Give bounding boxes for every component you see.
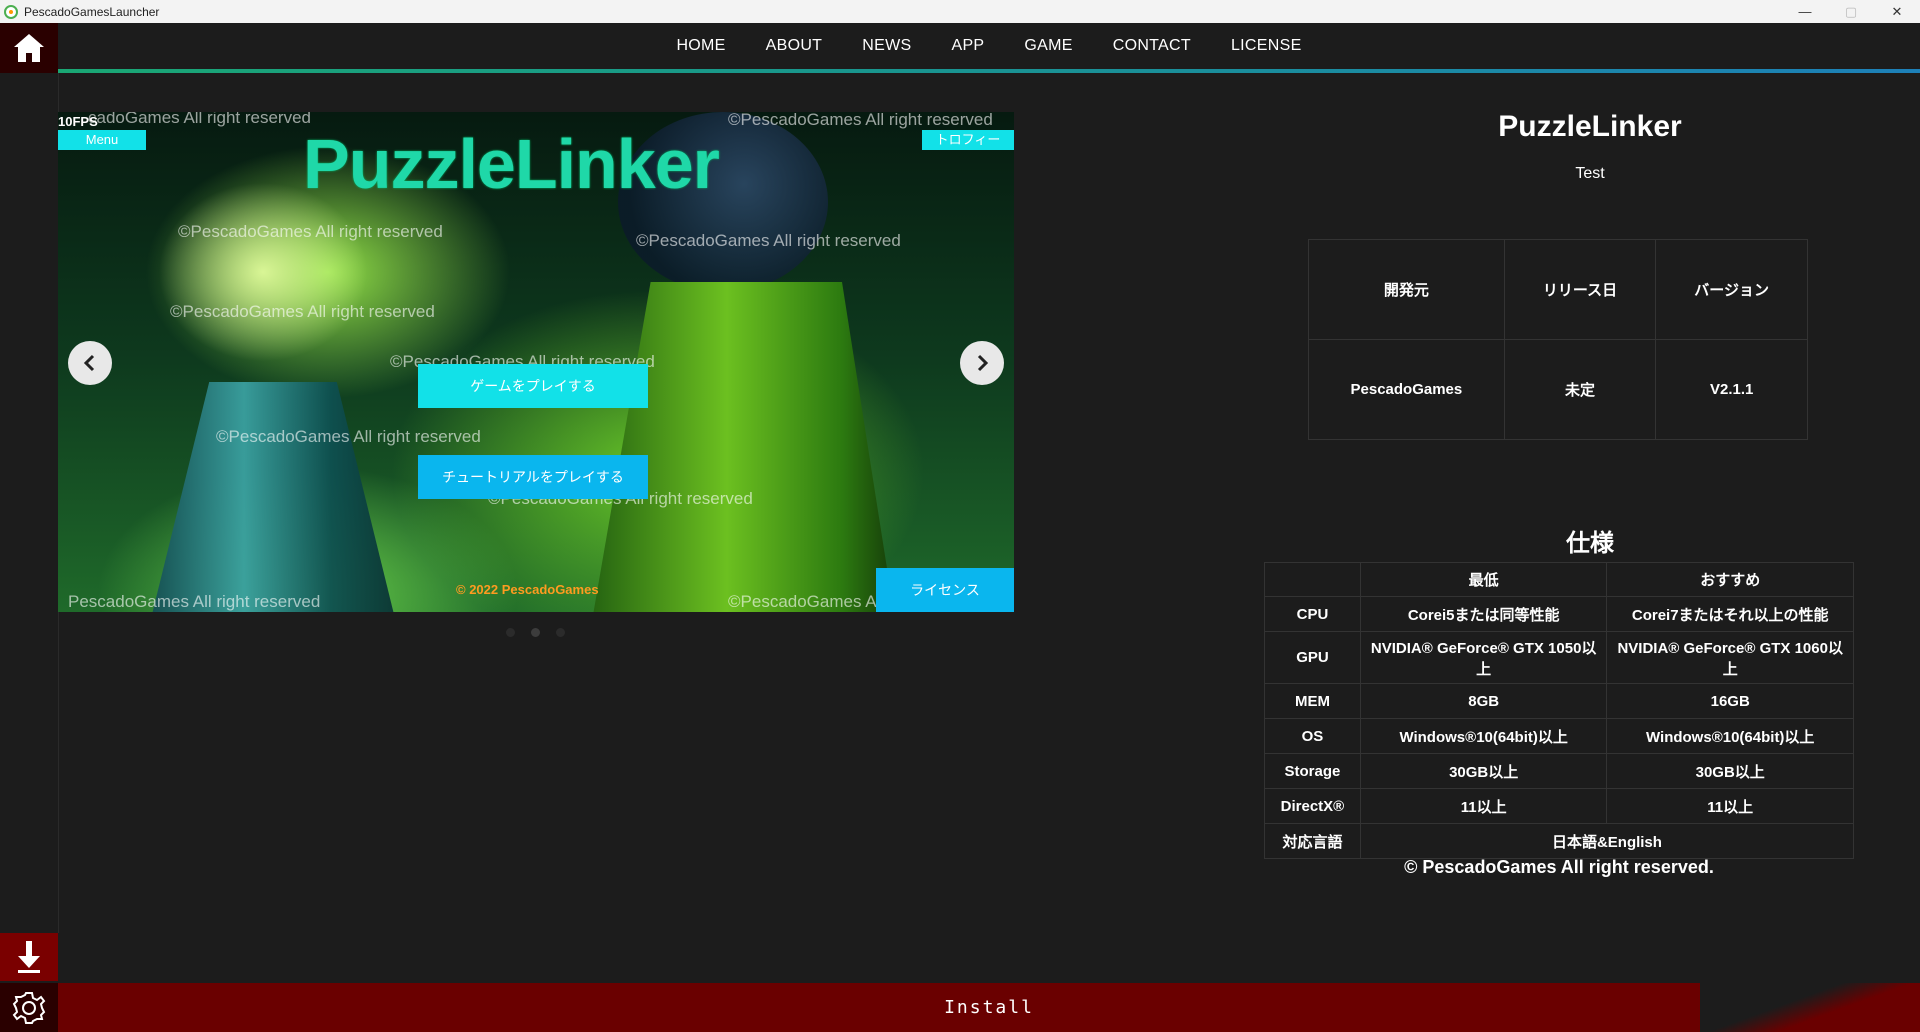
carousel-dot[interactable] bbox=[506, 628, 515, 637]
game-logo-title: PuzzleLinker bbox=[303, 125, 720, 203]
spec-min-value: 8GB bbox=[1359, 683, 1608, 719]
app-icon bbox=[4, 4, 18, 19]
spec-rec-value: NVIDIA® GeForce® GTX 1060以上 bbox=[1606, 631, 1854, 684]
spec-min-value: 30GB以上 bbox=[1359, 753, 1608, 789]
spec-row-label: 対応言語 bbox=[1264, 823, 1361, 859]
nav-license[interactable]: LICENSE bbox=[1211, 37, 1322, 55]
home-button[interactable] bbox=[0, 23, 58, 73]
chevron-right-icon bbox=[977, 354, 989, 372]
install-button[interactable]: Install bbox=[58, 983, 1920, 1032]
watermark: ©PescadoGames All right reserved bbox=[170, 302, 435, 321]
info-version: V2.1.1 bbox=[1655, 339, 1808, 440]
nav-contact[interactable]: CONTACT bbox=[1093, 37, 1211, 55]
nav-home[interactable]: HOME bbox=[656, 37, 745, 55]
spec-rec-value: Corei7またはそれ以上の性能 bbox=[1606, 596, 1854, 632]
spec-corner-cell bbox=[1264, 562, 1361, 597]
scene-pillar-right bbox=[578, 282, 908, 612]
carousel-prev-button[interactable] bbox=[68, 341, 112, 385]
scene-glow bbox=[158, 182, 368, 362]
watermark: cadoGames All right reserved bbox=[88, 112, 311, 127]
watermark: ©PescadoGames All right reserved bbox=[216, 427, 481, 446]
game-info-table: 開発元 リリース日 バージョン PescadoGames 未定 V2.1.1 bbox=[1308, 239, 1808, 440]
system-requirements-table: 最低 おすすめ CPU Corei5または同等性能 Corei7またはそれ以上の… bbox=[1264, 562, 1855, 859]
spec-row-label: MEM bbox=[1264, 683, 1361, 719]
game-subtitle: Test bbox=[1575, 165, 1605, 182]
spec-rec-value: 30GB以上 bbox=[1606, 753, 1854, 789]
nav-about[interactable]: ABOUT bbox=[746, 37, 843, 55]
carousel-next-button[interactable] bbox=[960, 341, 1004, 385]
chevron-left-icon bbox=[83, 354, 95, 372]
nav-accent-bar bbox=[58, 69, 1920, 73]
spec-header-minimum: 最低 bbox=[1359, 562, 1608, 597]
play-tutorial-button[interactable]: チュートリアルをプレイする bbox=[418, 455, 648, 499]
spec-row-label: DirectX® bbox=[1264, 788, 1361, 824]
scene-pillar-left bbox=[128, 382, 418, 612]
nav-app[interactable]: APP bbox=[931, 37, 1004, 55]
window-controls: — ▢ ✕ bbox=[1782, 0, 1920, 23]
download-button[interactable] bbox=[0, 933, 58, 981]
screenshot-carousel[interactable]: cadoGames All right reserved ©PescadoGam… bbox=[58, 112, 1014, 612]
home-icon bbox=[14, 34, 44, 62]
spec-min-value: NVIDIA® GeForce® GTX 1050以上 bbox=[1359, 631, 1608, 684]
spec-rec-value: 11以上 bbox=[1606, 788, 1854, 824]
spec-row-label: OS bbox=[1264, 718, 1361, 754]
minimize-button[interactable]: — bbox=[1782, 0, 1828, 23]
spec-language-value: 日本語&English bbox=[1359, 823, 1855, 859]
nav-news[interactable]: NEWS bbox=[842, 37, 931, 55]
close-button[interactable]: ✕ bbox=[1874, 0, 1920, 23]
download-arrow-icon bbox=[18, 941, 40, 973]
info-header-developer: 開発元 bbox=[1308, 239, 1505, 340]
game-license-button[interactable]: ライセンス bbox=[876, 568, 1014, 612]
spec-row-label: Storage bbox=[1264, 753, 1361, 789]
play-game-button[interactable]: ゲームをプレイする bbox=[418, 364, 648, 408]
spec-min-value: Corei5または同等性能 bbox=[1359, 596, 1608, 632]
spec-row-label: CPU bbox=[1264, 596, 1361, 632]
game-title: PuzzleLinker bbox=[1498, 110, 1682, 143]
settings-button[interactable] bbox=[0, 983, 58, 1032]
carousel-dot-active[interactable] bbox=[531, 628, 540, 637]
spec-min-value: 11以上 bbox=[1359, 788, 1608, 824]
window-titlebar: PescadoGamesLauncher — ▢ ✕ bbox=[0, 0, 1920, 23]
spec-rec-value: Windows®10(64bit)以上 bbox=[1606, 718, 1854, 754]
nav-game[interactable]: GAME bbox=[1004, 37, 1092, 55]
carousel-indicators bbox=[506, 628, 565, 637]
window-title: PescadoGamesLauncher bbox=[24, 4, 160, 19]
watermark: ©PescadoGames All right reserved bbox=[728, 112, 993, 129]
spec-copyright: © PescadoGames All right reserved. bbox=[1404, 857, 1714, 877]
info-release-date: 未定 bbox=[1503, 339, 1657, 440]
trophy-button[interactable]: トロフィー bbox=[922, 130, 1014, 150]
watermark: ©PescadoGames All right reserved bbox=[636, 231, 901, 250]
top-navigation: HOME ABOUT NEWS APP GAME CONTACT LICENSE bbox=[58, 23, 1920, 69]
spec-min-value: Windows®10(64bit)以上 bbox=[1359, 718, 1608, 754]
game-copyright: © 2022 PescadoGames bbox=[456, 582, 599, 597]
game-menu-button[interactable]: Menu bbox=[58, 130, 146, 150]
spec-row-label: GPU bbox=[1264, 631, 1361, 684]
gear-icon bbox=[12, 991, 46, 1024]
info-developer: PescadoGames bbox=[1308, 339, 1505, 440]
maximize-button[interactable]: ▢ bbox=[1828, 0, 1874, 23]
fps-counter: 10FPS bbox=[58, 114, 98, 129]
spec-header-recommended: おすすめ bbox=[1606, 562, 1854, 597]
info-header-version: バージョン bbox=[1655, 239, 1808, 340]
info-header-release-date: リリース日 bbox=[1503, 239, 1657, 340]
spec-title: 仕様 bbox=[1566, 530, 1614, 557]
watermark: PescadoGames All right reserved bbox=[68, 592, 321, 611]
watermark: ©PescadoGames All right reserved bbox=[178, 222, 443, 241]
nav-list: HOME ABOUT NEWS APP GAME CONTACT LICENSE bbox=[656, 37, 1321, 55]
carousel-dot[interactable] bbox=[556, 628, 565, 637]
spec-rec-value: 16GB bbox=[1606, 683, 1854, 719]
